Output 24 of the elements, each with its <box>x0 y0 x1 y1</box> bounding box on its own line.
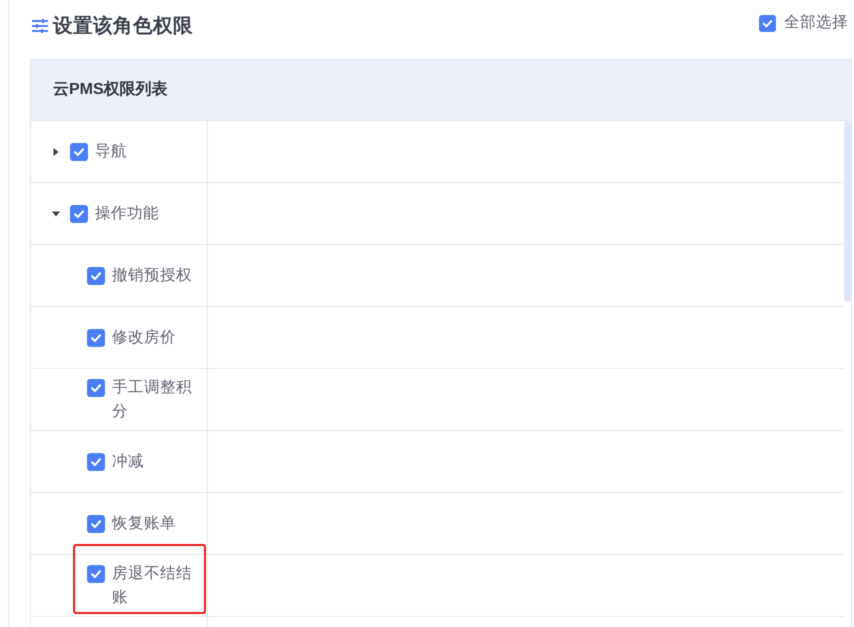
permission-label: 导航 <box>95 142 127 162</box>
table-title: 云PMS权限列表 <box>53 80 168 100</box>
select-all-label[interactable]: 全部选择 <box>784 12 848 34</box>
checkbox[interactable] <box>87 452 105 470</box>
permission-label: 操作功能 <box>95 204 159 224</box>
caret-right-icon[interactable] <box>52 148 60 156</box>
scrollbar-thumb[interactable] <box>844 121 851 302</box>
checkbox[interactable] <box>87 564 105 582</box>
checkbox[interactable] <box>70 142 88 160</box>
checkbox[interactable] <box>87 514 105 532</box>
section-title: 设置该角色权限 <box>53 14 193 39</box>
caret-down-icon[interactable] <box>52 210 60 218</box>
checkbox[interactable] <box>87 378 105 396</box>
permission-label: 修改房价 <box>112 328 176 348</box>
checkbox[interactable] <box>87 266 105 284</box>
checkbox[interactable] <box>70 204 88 222</box>
permission-label: 手工调整积分 <box>112 378 193 422</box>
permission-label: 撤销预授权 <box>112 266 192 286</box>
permission-label: 冲减 <box>112 452 144 472</box>
permission-label: 恢复账单 <box>112 514 176 534</box>
checkbox[interactable] <box>87 328 105 346</box>
checkbox[interactable] <box>759 14 776 32</box>
sliders-icon <box>32 19 48 33</box>
permission-label: 房退不结结账 <box>112 564 193 608</box>
